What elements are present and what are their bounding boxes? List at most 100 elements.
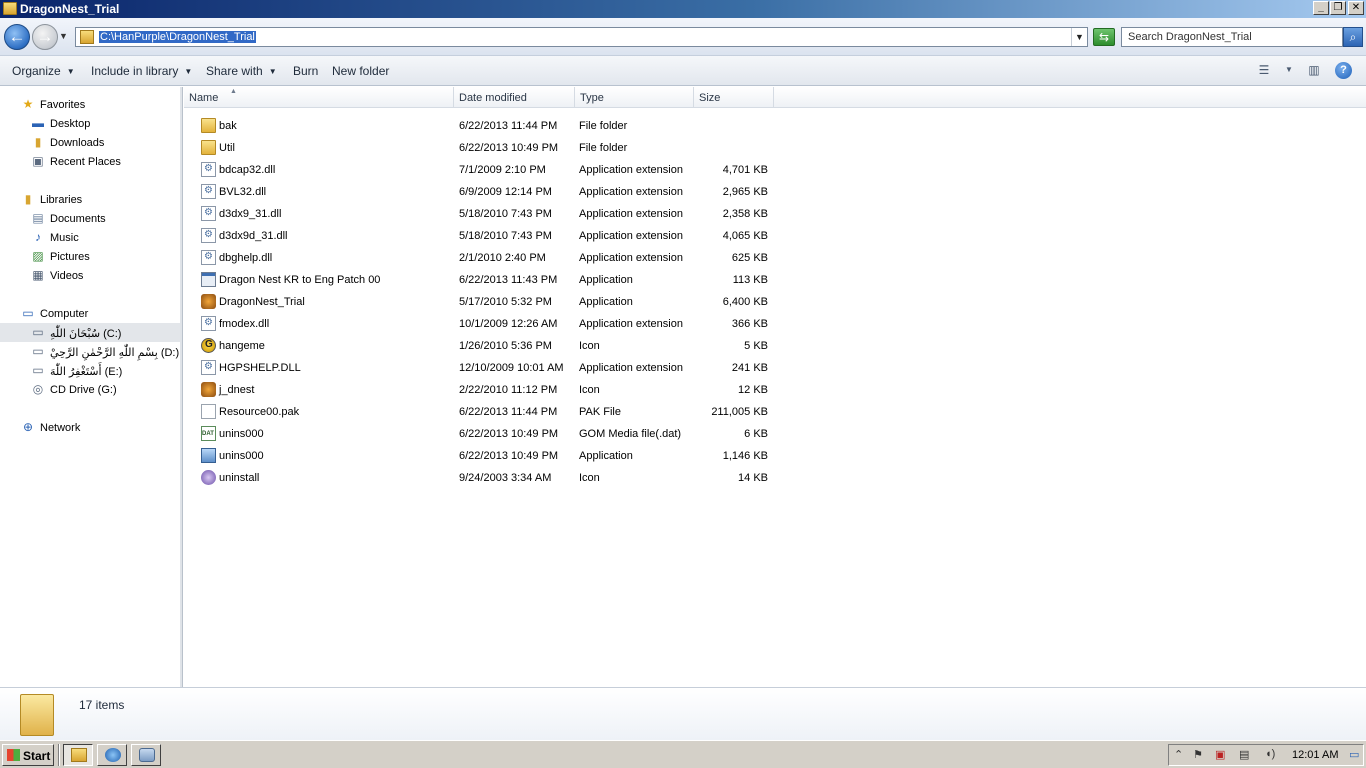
nav-computer[interactable]: ▭ Computer [0, 304, 180, 323]
show-desktop-icon[interactable]: ▭ [1349, 748, 1359, 761]
file-row[interactable]: DragonNest_Trial 5/17/2010 5:32 PM Applica… [184, 291, 784, 313]
search-placeholder: Search DragonNest_Trial [1128, 31, 1252, 43]
nav-drive-g[interactable]: ◎ CD Drive (G:) [0, 380, 180, 399]
address-dropdown[interactable]: ▼ [1071, 28, 1087, 46]
search-input[interactable]: Search DragonNest_Trial [1121, 27, 1343, 47]
search-icon[interactable]: ⌕ [1343, 27, 1363, 47]
nav-downloads[interactable]: ▮ Downloads [0, 133, 180, 152]
preview-pane-icon[interactable]: ▥ [1306, 63, 1322, 77]
taskbar-explorer[interactable] [63, 744, 93, 766]
file-row[interactable]: j_dnest 2/22/2010 11:12 PM Icon 12 KB [184, 379, 784, 401]
file-row[interactable]: uninstall 9/24/2003 3:34 AM Icon 14 KB [184, 467, 784, 489]
sort-ascending-icon: ▲ [230, 88, 237, 95]
column-name[interactable]: Name ▲ [184, 87, 454, 108]
file-type: File folder [579, 120, 628, 132]
taskbar: Start ⌃ ⚑ ▣ ▤ ◖) 12:01 AM ▭ [0, 740, 1366, 768]
file-size: 1,146 KB [722, 450, 768, 462]
minimize-button[interactable]: _ [1313, 1, 1329, 15]
nav-drive-c[interactable]: ▭ سُبْحَانَ اللّٰهِ (C:) [0, 323, 180, 342]
file-type: Application extension [579, 208, 683, 220]
nav-pictures[interactable]: ▨ Pictures [0, 247, 180, 266]
star-icon: ★ [22, 97, 34, 111]
show-hidden-icons-icon[interactable]: ⌃ [1174, 748, 1183, 761]
folder-icon [80, 30, 94, 44]
file-row[interactable]: bak 6/22/2013 11:44 PM File folder [184, 115, 784, 137]
file-row[interactable]: d3dx9_31.dll 5/18/2010 7:43 PM Application… [184, 203, 784, 225]
taskbar-app[interactable] [131, 744, 161, 766]
nav-favorites[interactable]: ★ Favorites [0, 95, 180, 114]
burn-button[interactable]: Burn [293, 64, 318, 78]
file-row[interactable]: d3dx9d_31.dll 5/18/2010 7:43 PM Applicatio… [184, 225, 784, 247]
downloads-folder-icon: ▮ [34, 135, 42, 149]
file-row[interactable]: unins000 6/22/2013 10:49 PM GOM Media file… [184, 423, 784, 445]
file-row[interactable]: Resource00.pak 6/22/2013 11:44 PM PAK File… [184, 401, 784, 423]
organize-button[interactable]: Organize ▼ [12, 64, 75, 78]
window-title: DragonNest_Trial [20, 2, 120, 16]
clock[interactable]: 12:01 AM [1292, 749, 1338, 761]
start-button[interactable]: Start [2, 744, 54, 766]
dll-file-icon [201, 250, 216, 265]
maximize-button[interactable]: ❐ [1330, 1, 1346, 15]
refresh-button[interactable]: ⇆ [1093, 28, 1115, 46]
drive-icon: ▭ [32, 325, 44, 339]
file-row[interactable]: fmodex.dll 10/1/2009 12:26 AM Application … [184, 313, 784, 335]
column-size[interactable]: Size [694, 87, 774, 108]
volume-icon[interactable]: ◖) [1265, 748, 1275, 760]
file-row[interactable]: BVL32.dll 6/9/2009 12:14 PM Application ex… [184, 181, 784, 203]
file-size: 4,701 KB [722, 164, 768, 176]
file-type: Application extension [579, 318, 683, 330]
view-options-icon[interactable]: ☰ [1256, 63, 1272, 77]
nav-desktop[interactable]: ▬ Desktop [0, 114, 180, 133]
file-type: Application extension [579, 186, 683, 198]
nav-libraries[interactable]: ▮ Libraries [0, 190, 180, 209]
share-with-button[interactable]: Share with ▼ [206, 64, 277, 78]
nav-documents[interactable]: ▤ Documents [0, 209, 180, 228]
uninstall-icon [201, 470, 216, 485]
address-bar[interactable]: C:\HanPurple\DragonNest_Trial ▼ [75, 27, 1088, 47]
file-size: 4,065 KB [722, 230, 768, 242]
file-row[interactable]: hangeme 1/26/2010 5:36 PM Icon 5 KB [184, 335, 784, 357]
file-row[interactable]: unins000 6/22/2013 10:49 PM Application 1,1… [184, 445, 784, 467]
file-date: 10/1/2009 12:26 AM [459, 318, 558, 330]
application-icon [201, 272, 216, 287]
file-row[interactable]: bdcap32.dll 7/1/2009 2:10 PM Application e… [184, 159, 784, 181]
column-date-modified[interactable]: Date modified [454, 87, 575, 108]
nav-drive-d[interactable]: ▭ بِسْمِ اللّٰهِ الرَّحْمٰنِ الرَّحِيْ (… [0, 342, 180, 361]
file-size: 6 KB [744, 428, 768, 440]
forward-button[interactable]: → [32, 24, 58, 50]
security-icon[interactable]: ▣ [1215, 748, 1225, 761]
dll-file-icon [201, 162, 216, 177]
new-folder-button[interactable]: New folder [332, 64, 389, 78]
help-icon[interactable]: ? [1335, 62, 1352, 79]
pane-splitter[interactable] [180, 87, 183, 687]
explorer-icon [71, 748, 87, 762]
taskbar-browser[interactable] [97, 744, 127, 766]
app-icon [139, 748, 155, 762]
back-button[interactable]: ← [4, 24, 30, 50]
system-tray: ⌃ ⚑ ▣ ▤ ◖) 12:01 AM ▭ [1168, 744, 1364, 766]
network-status-icon[interactable]: ▤ [1239, 748, 1249, 761]
dll-file-icon [201, 184, 216, 199]
close-button[interactable]: ✕ [1348, 1, 1364, 15]
nav-network[interactable]: ⊕ Network [0, 418, 180, 437]
folder-icon [201, 118, 216, 133]
file-row[interactable]: dbghelp.dll 2/1/2010 2:40 PM Application e… [184, 247, 784, 269]
address-path[interactable]: C:\HanPurple\DragonNest_Trial [99, 31, 256, 43]
recent-pages-dropdown[interactable]: ▼ [59, 31, 68, 41]
file-row[interactable]: Dragon Nest KR to Eng Patch 00 6/22/2013 … [184, 269, 784, 291]
nav-recent-places[interactable]: ▣ Recent Places [0, 152, 180, 171]
file-date: 5/18/2010 7:43 PM [459, 230, 552, 242]
nav-videos[interactable]: ▦ Videos [0, 266, 180, 285]
file-type: Icon [579, 340, 600, 352]
file-row[interactable]: Util 6/22/2013 10:49 PM File folder [184, 137, 784, 159]
nav-music[interactable]: ♪ Music [0, 228, 180, 247]
file-name: unins000 [219, 428, 264, 440]
nav-drive-e[interactable]: ▭ أَسْتَغْفِرُ اللّٰهَ (E:) [0, 361, 180, 380]
chevron-down-icon[interactable]: ▼ [1281, 65, 1297, 79]
action-center-flag-icon[interactable]: ⚑ [1193, 748, 1203, 761]
file-date: 6/9/2009 12:14 PM [459, 186, 552, 198]
column-type[interactable]: Type [575, 87, 694, 108]
dragon-nest-icon [201, 382, 216, 397]
include-in-library-button[interactable]: Include in library ▼ [91, 64, 192, 78]
file-row[interactable]: HGPSHELP.DLL 12/10/2009 10:01 AM Applicati… [184, 357, 784, 379]
